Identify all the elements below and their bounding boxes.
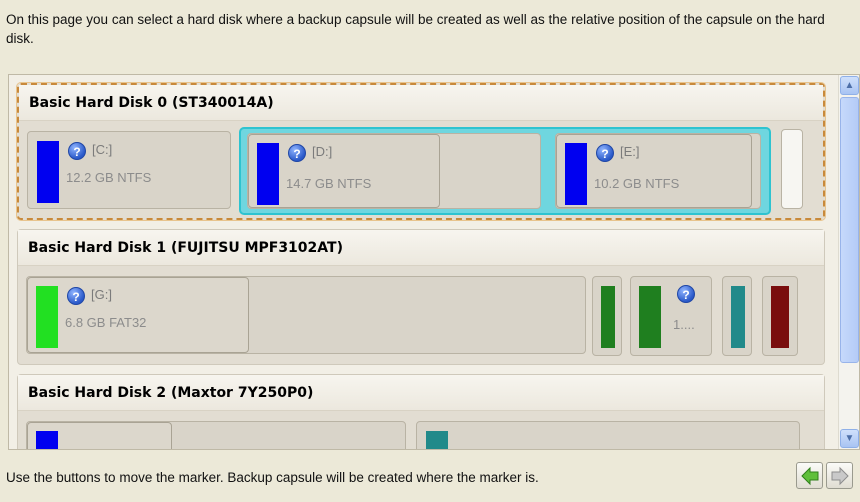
partition-color-bar [426,431,448,449]
partition-color-bar [565,143,587,205]
partition-small-2[interactable]: ? 1.... [630,276,712,356]
intro-text: On this page you can select a hard disk … [6,12,825,46]
partition-size: 12.2 GB NTFS [66,170,152,185]
move-marker-right-button[interactable] [826,462,853,489]
partition-color-bar [36,286,58,348]
disk-selection-panel: Basic Hard Disk 0 (ST340014A) ? [C:] 12.… [8,74,860,450]
scrollbar-thumb[interactable] [840,97,859,363]
hard-disk-2[interactable]: Basic Hard Disk 2 (Maxtor 7Y250P0) [17,374,825,449]
question-icon: ? [596,144,614,162]
partition-small-3[interactable] [722,276,752,356]
partition-small-4[interactable] [762,276,798,356]
question-icon: ? [67,287,85,305]
partition-disk2-2[interactable] [416,421,800,449]
question-icon: ? [68,142,86,160]
disk-list: Basic Hard Disk 0 (ST340014A) ? [C:] 12.… [16,82,827,449]
partition-color-bar [36,431,58,449]
disk-title: Basic Hard Disk 2 (Maxtor 7Y250P0) [18,375,824,411]
move-marker-left-button[interactable] [796,462,823,489]
extended-partition-group[interactable]: ? [D:] 14.7 GB NTFS ? [E:] 10.2 GB NTFS [239,127,771,215]
hard-disk-0[interactable]: Basic Hard Disk 0 (ST340014A) ? [C:] 12.… [16,82,826,221]
partition-g[interactable]: ? [G:] 6.8 GB FAT32 [26,276,586,354]
partition-color-bar [731,286,745,348]
chevron-down-icon: ▼ [844,433,855,444]
unallocated-space[interactable] [781,129,803,209]
scroll-up-button[interactable]: ▲ [840,76,859,95]
vertical-scrollbar[interactable]: ▲ ▼ [838,75,859,449]
disk-title: Basic Hard Disk 0 (ST340014A) [19,85,823,121]
question-icon: ? [288,144,306,162]
partition-label: [G:] [91,287,112,302]
arrow-left-icon [801,466,819,486]
chevron-up-icon: ▲ [844,80,855,91]
question-icon: ? [677,285,695,303]
partition-color-bar [771,286,789,348]
partition-size: 6.8 GB FAT32 [65,315,147,330]
partition-e[interactable]: ? [E:] 10.2 GB NTFS [555,133,761,209]
hard-disk-1[interactable]: Basic Hard Disk 1 (FUJITSU MPF3102AT) ? … [17,229,825,365]
partition-c[interactable]: ? [C:] 12.2 GB NTFS [27,131,231,209]
partition-label: [E:] [620,144,640,159]
partition-size: 10.2 GB NTFS [594,176,680,191]
partition-disk2-1[interactable] [26,421,406,449]
partition-label: [C:] [92,142,113,157]
partition-small-1[interactable] [592,276,622,356]
partition-size: 1.... [673,317,695,332]
arrow-right-icon [831,466,849,486]
disk-title: Basic Hard Disk 1 (FUJITSU MPF3102AT) [18,230,824,266]
scroll-down-button[interactable]: ▼ [840,429,859,448]
partition-size: 14.7 GB NTFS [286,176,372,191]
footer-hint: Use the buttons to move the marker. Back… [6,470,539,485]
partition-color-bar [639,286,661,348]
partition-color-bar [37,141,59,203]
partition-d[interactable]: ? [D:] 14.7 GB NTFS [247,133,541,209]
partition-color-bar [601,286,615,348]
partition-label: [D:] [312,144,333,159]
partition-color-bar [257,143,279,205]
